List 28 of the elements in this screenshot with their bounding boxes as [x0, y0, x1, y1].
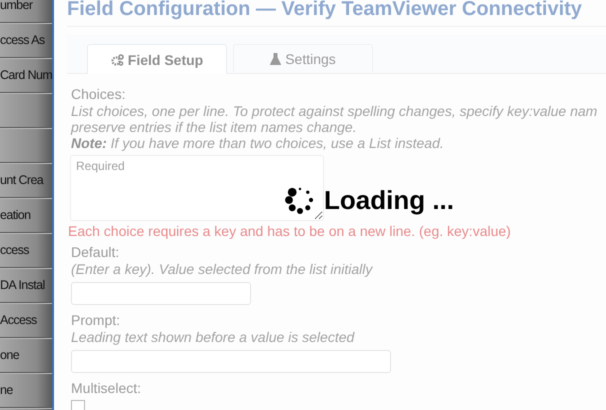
sidebar-item[interactable]: umber — [0, 0, 32, 12]
field-label: Prompt: — [71, 312, 122, 329]
field-label: Multiselect: — [71, 380, 142, 397]
sidebar-item[interactable]: eation — [0, 208, 30, 222]
sidebar-item[interactable]: ccess — [0, 243, 29, 257]
help-text: List choices, one per line. To protect against spelling changes, specify key:value nam — [71, 103, 598, 119]
flask-icon — [270, 52, 282, 64]
sidebar-item[interactable]: Card Num — [0, 68, 52, 82]
help-text: Leading text shown before a value is selected — [71, 329, 356, 345]
sidebar-item[interactable]: ccess As — [0, 33, 45, 47]
note-text: Note: If you have more than two choices, use a List instead. — [71, 135, 445, 151]
loading-text: Loading ... — [324, 184, 454, 216]
sidebar-item[interactable]: Access — [0, 313, 37, 327]
choices-field[interactable]: Required — [70, 155, 324, 221]
default-field[interactable] — [71, 282, 251, 305]
field-label: Choices: — [71, 86, 126, 103]
sidebar-item[interactable]: DA Instal — [0, 278, 45, 292]
sidebar-item[interactable]: one — [0, 348, 20, 362]
error-text: Each choice requires a key and has to be on a new line. (eg. key:value) — [68, 223, 512, 239]
field-label: Default: — [71, 244, 120, 261]
gears-icon — [110, 54, 124, 66]
sidebar-item[interactable]: ne — [0, 383, 13, 397]
sidebar-item[interactable]: unt Crea — [0, 173, 44, 187]
dialog-title: Field Configuration — Verify TeamViewer Connectivity — [67, 0, 606, 27]
help-text: preserve entries if the list item names change. — [71, 119, 358, 135]
help-text: (Enter a key). Value selected from the list initially — [71, 261, 374, 277]
prompt-field[interactable] — [71, 350, 391, 373]
multiselect-checkbox[interactable] — [71, 400, 85, 410]
